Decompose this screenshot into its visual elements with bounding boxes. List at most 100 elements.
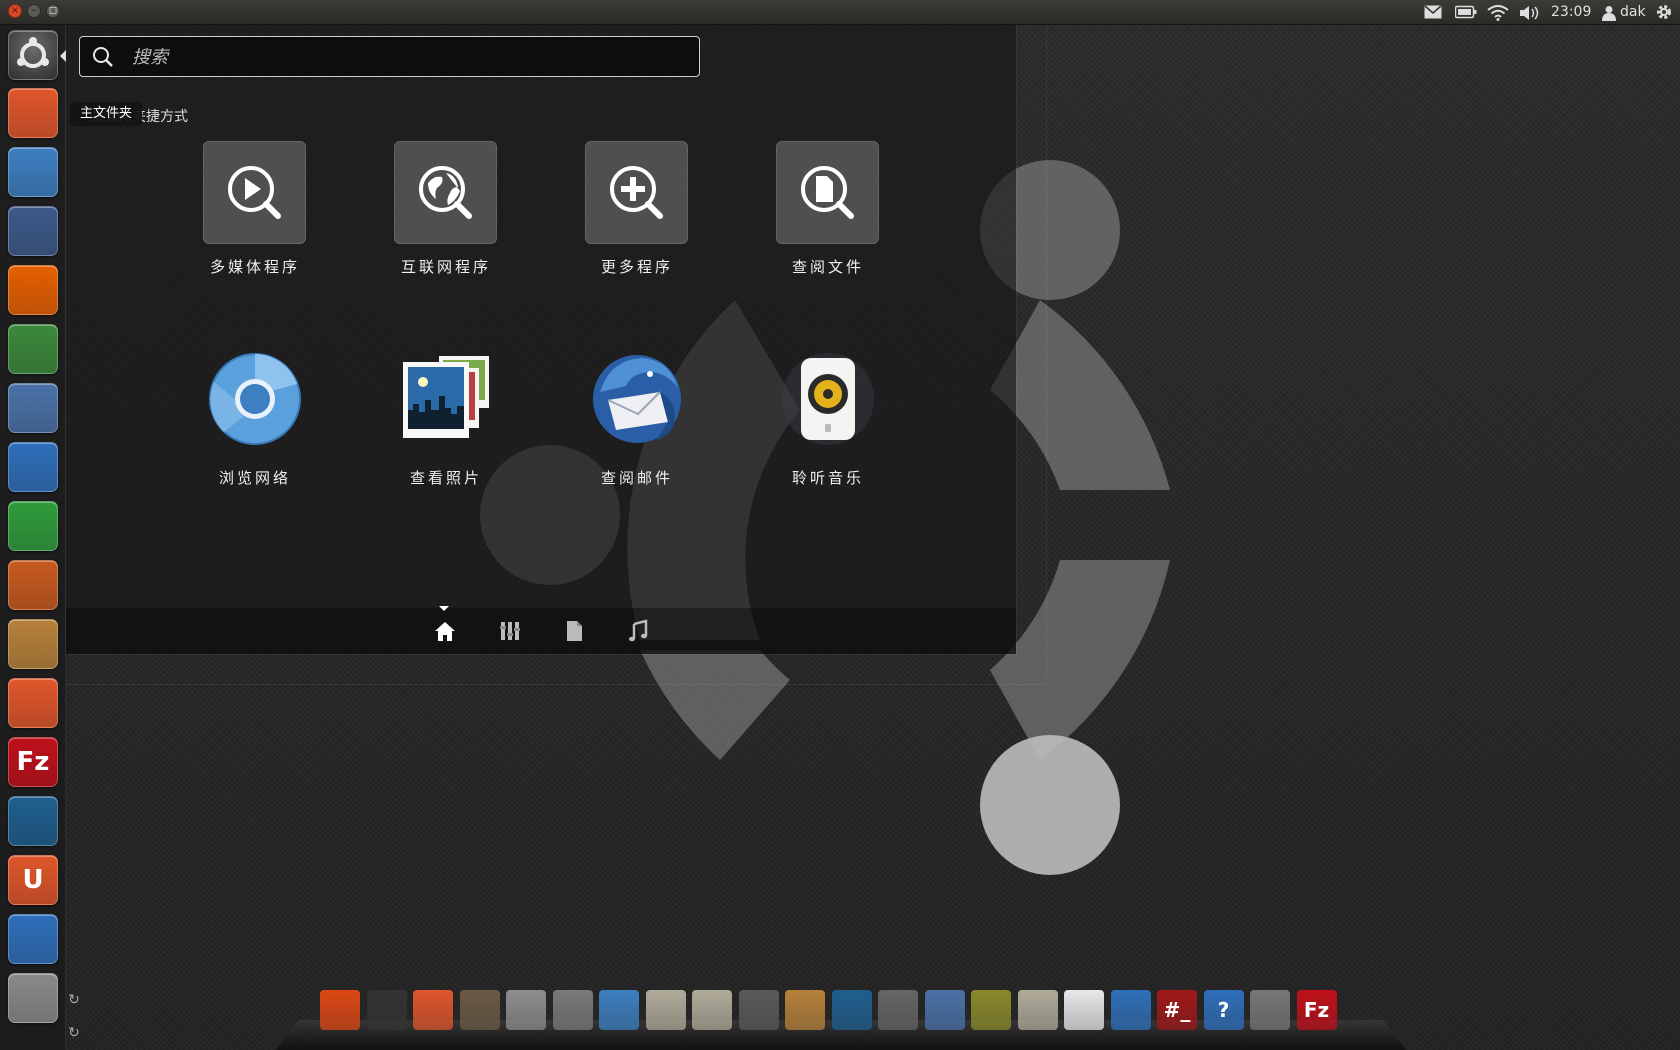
dash-home-button[interactable]	[8, 30, 58, 80]
music-icon[interactable]	[625, 618, 651, 644]
launcher-item-libreoffice-impress[interactable]	[8, 560, 58, 610]
shortcut-label: 查阅邮件	[600, 469, 673, 487]
chromium-icon	[209, 353, 301, 445]
close-window-button[interactable]: ×	[8, 4, 22, 18]
wifi-icon[interactable]	[1487, 0, 1511, 24]
launcher-item-ubuntu-tweak[interactable]	[8, 619, 58, 669]
remote-terminal-icon: #_	[1163, 998, 1191, 1022]
thunderbird-icon	[593, 355, 681, 443]
launcher-item-home-folder[interactable]	[8, 88, 58, 138]
workspace-icon[interactable]: ↻	[66, 992, 82, 1008]
shortcut-browse-web[interactable]: 浏览网络	[173, 352, 333, 512]
clock[interactable]: 23:09	[1551, 0, 1591, 24]
launcher-item-ubuntu-one[interactable]: U	[8, 855, 58, 905]
dock-item-screenshot[interactable]	[878, 990, 918, 1030]
launcher-item-network-browser[interactable]	[8, 206, 58, 256]
launcher-item-video-editor[interactable]	[8, 383, 58, 433]
home-icon[interactable]	[432, 618, 458, 644]
shortcut-label: 查阅文件	[791, 258, 864, 276]
dock-item-documents-folder[interactable]	[692, 990, 732, 1030]
dock-item-gimp[interactable]	[459, 990, 500, 1030]
filezilla-icon: Fz	[1303, 998, 1330, 1022]
launcher-item-downloader[interactable]	[8, 324, 58, 374]
shortcut-check-mail[interactable]: 查阅邮件	[555, 352, 715, 512]
dock-item-file-manager[interactable]	[506, 990, 546, 1030]
launcher-item-firefox[interactable]	[8, 265, 58, 315]
shortcut-label: 浏览网络	[218, 469, 291, 487]
dock-item-ubuntu-tweak[interactable]	[785, 990, 825, 1030]
files-icon[interactable]	[561, 618, 587, 644]
libreoffice-calc-icon	[9, 502, 57, 550]
rhythmbox-icon	[782, 353, 874, 445]
dash-panel	[66, 24, 1016, 654]
applications-icon[interactable]	[497, 618, 523, 644]
globe-magnifier-icon	[394, 141, 497, 244]
plus-magnifier-icon	[585, 141, 688, 244]
video-editor-icon	[9, 384, 57, 432]
wallpaper-circle	[980, 735, 1120, 875]
shortcut-listen-music[interactable]: 聆听音乐	[746, 352, 906, 512]
photos-icon	[403, 356, 489, 438]
search-icon	[93, 47, 113, 67]
maximize-window-button[interactable]: ◻	[46, 4, 60, 18]
dock-item-remote-terminal[interactable]: #_	[1157, 990, 1197, 1030]
libreoffice-writer-icon	[9, 443, 57, 491]
ubuntu-tweak-icon	[9, 620, 57, 668]
dock-item-chromium[interactable]	[599, 990, 639, 1030]
libreoffice-impress-icon	[9, 561, 57, 609]
launcher-item-libreoffice-writer[interactable]	[8, 442, 58, 492]
shortcut-view-files[interactable]: 查阅文件	[746, 141, 906, 301]
dock-item-monitor-app[interactable]	[831, 990, 872, 1030]
shortcut-label: 多媒体程序	[209, 258, 300, 276]
gear-icon[interactable]	[1655, 0, 1675, 24]
software-center-icon	[9, 679, 57, 727]
play-magnifier-icon	[203, 141, 306, 244]
shortcut-more-apps[interactable]: 更多程序	[555, 141, 715, 301]
dock-item-ubuntu-logo[interactable]	[320, 990, 360, 1030]
launcher-item-update-manager[interactable]	[8, 914, 58, 964]
volume-icon[interactable]	[1519, 0, 1543, 24]
launcher-tooltip: 主文件夹	[70, 102, 143, 126]
downloader-icon	[9, 325, 57, 373]
shortcut-view-photos[interactable]: 查看照片	[364, 352, 524, 512]
trash-icon[interactable]: ↻	[66, 1025, 82, 1041]
dock-item-virtualbox[interactable]	[1110, 990, 1151, 1030]
search-input[interactable]	[130, 43, 674, 71]
shortcut-internet[interactable]: 互联网程序	[364, 141, 524, 301]
dock-item-software-center[interactable]	[413, 990, 453, 1030]
dock-item-folder[interactable]	[1017, 990, 1058, 1030]
lens-bar	[66, 608, 1016, 654]
launcher-item-libreoffice-calc[interactable]	[8, 501, 58, 551]
top-panel: × – ◻ 23:09 dak	[0, 0, 1680, 25]
dock-item-calculator[interactable]	[552, 990, 593, 1030]
chromium-icon	[9, 148, 57, 196]
dock-item-phone-sync[interactable]	[1064, 990, 1104, 1030]
dock-item-video-editor[interactable]	[924, 990, 965, 1030]
launcher-item-software-center[interactable]	[8, 678, 58, 728]
active-arrow-icon	[60, 50, 66, 62]
shortcut-label: 聆听音乐	[791, 469, 864, 487]
launcher-item-filezilla[interactable]: Fz	[8, 737, 58, 787]
dock-item-home-folder[interactable]	[645, 990, 686, 1030]
launcher-item-monitor-app[interactable]	[8, 796, 58, 846]
user-menu[interactable]: dak	[1600, 0, 1650, 24]
launcher-item-system-settings[interactable]	[8, 973, 58, 1023]
update-manager-icon	[9, 915, 57, 963]
shortcut-multimedia[interactable]: 多媒体程序	[173, 141, 333, 301]
firefox-icon	[9, 266, 57, 314]
mail-icon[interactable]	[1424, 0, 1444, 24]
launcher-item-chromium[interactable]	[8, 147, 58, 197]
dock-item-image-viewer[interactable]	[971, 990, 1011, 1030]
system-settings-icon	[9, 974, 57, 1022]
battery-icon[interactable]	[1455, 0, 1479, 24]
minimize-window-button[interactable]: –	[27, 4, 41, 18]
ubuntu-one-icon: U	[22, 865, 44, 895]
dock-item-filezilla[interactable]: Fz	[1296, 990, 1337, 1030]
dock-item-sound[interactable]	[1250, 990, 1290, 1030]
dock-item-terminal[interactable]	[366, 990, 407, 1030]
home-folder-icon	[9, 89, 57, 137]
search-box[interactable]	[79, 36, 700, 77]
dock-item-search-tool[interactable]	[738, 990, 779, 1030]
network-browser-icon	[9, 207, 57, 255]
dock-item-help[interactable]: ?	[1203, 990, 1244, 1030]
